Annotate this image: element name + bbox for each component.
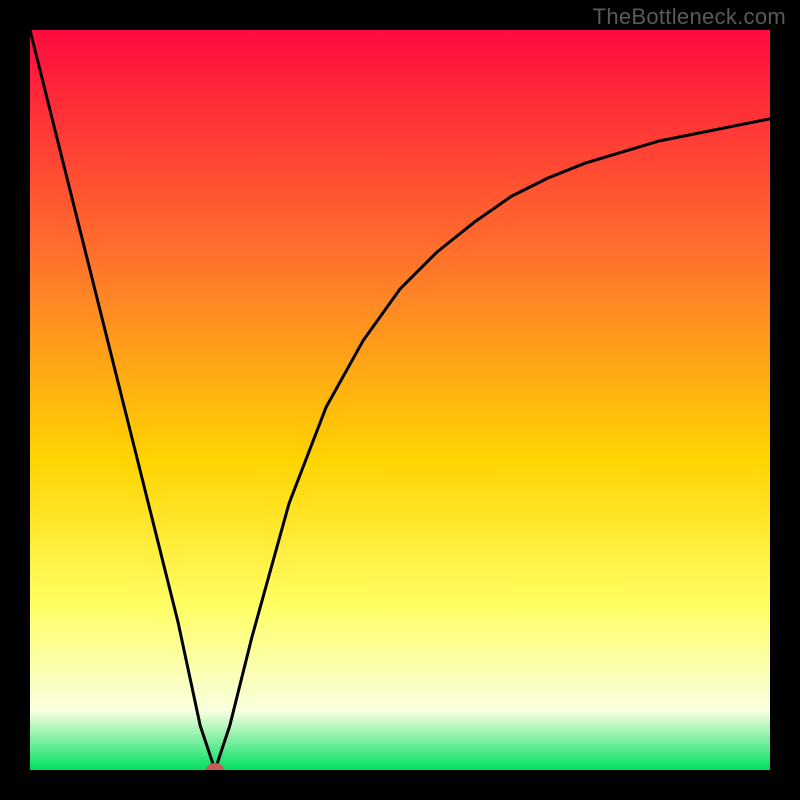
chart-svg	[30, 30, 770, 770]
watermark-text: TheBottleneck.com	[593, 4, 786, 30]
chart-frame: TheBottleneck.com	[0, 0, 800, 800]
plot-area	[30, 30, 770, 770]
